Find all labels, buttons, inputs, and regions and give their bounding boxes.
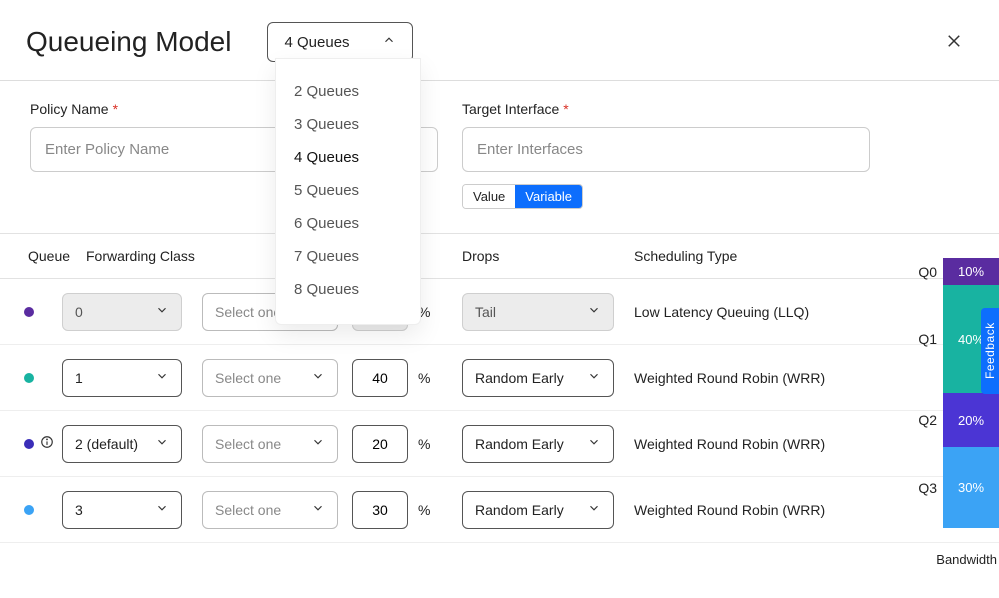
chart-bar-q3: 30%: [943, 447, 999, 528]
pct-sign: %: [418, 436, 430, 452]
dd-item-2-queues[interactable]: 2 Queues: [276, 75, 420, 108]
chevron-down-icon: [587, 501, 601, 518]
dd-item-5-queues[interactable]: 5 Queues: [276, 174, 420, 207]
dd-item-3-queues[interactable]: 3 Queues: [276, 108, 420, 141]
queues-dropdown[interactable]: 2 Queues 3 Queues 4 Queues 5 Queues 6 Qu…: [275, 58, 421, 325]
drops-select-2[interactable]: Random Early: [462, 425, 614, 463]
bandwidth-input-3[interactable]: [352, 491, 408, 529]
queue-select-3[interactable]: 3: [62, 491, 182, 529]
dd-item-6-queues[interactable]: 6 Queues: [276, 207, 420, 240]
fc-select-2[interactable]: Select one: [202, 425, 338, 463]
chart-bar-q2: 20%: [943, 393, 999, 447]
chart-caption: Bandwidth: [936, 552, 997, 567]
pill-value[interactable]: Value: [463, 185, 515, 208]
pct-sign: %: [418, 502, 430, 518]
queue-select-1[interactable]: 1: [62, 359, 182, 397]
page-title: Queueing Model: [26, 26, 231, 58]
chevron-up-icon: [382, 33, 396, 51]
value-variable-toggle[interactable]: Value Variable: [462, 184, 583, 209]
bandwidth-input-1[interactable]: [352, 359, 408, 397]
chevron-down-icon: [311, 501, 325, 518]
pill-variable[interactable]: Variable: [515, 185, 582, 208]
table-row: 3 Select one % Random Early We: [0, 477, 999, 543]
drops-select-0[interactable]: Tail: [462, 293, 614, 331]
chevron-down-icon: [155, 303, 169, 320]
chart-row-q1: Q1: [907, 285, 943, 393]
th-scheduling: Scheduling Type: [634, 248, 878, 264]
th-forwarding-class: Forwarding Class: [86, 248, 195, 264]
status-dot: [24, 307, 34, 317]
pct-sign: %: [418, 370, 430, 386]
chevron-down-icon: [155, 501, 169, 518]
scheduling-cell: Weighted Round Robin (WRR): [634, 370, 878, 386]
queues-select[interactable]: 4 Queues: [267, 22, 413, 62]
th-queue: Queue: [28, 248, 70, 264]
queues-select-label: 4 Queues: [284, 34, 349, 51]
status-dot: [24, 505, 34, 515]
info-icon[interactable]: [40, 435, 54, 452]
chevron-down-icon: [311, 435, 325, 452]
chart-row-q3: Q3: [907, 447, 943, 528]
target-interface-input[interactable]: [462, 127, 870, 172]
chevron-down-icon: [311, 369, 325, 386]
queue-select-2[interactable]: 2 (default): [62, 425, 182, 463]
drops-select-3[interactable]: Random Early: [462, 491, 614, 529]
scheduling-cell: Weighted Round Robin (WRR): [634, 436, 878, 452]
dd-item-7-queues[interactable]: 7 Queues: [276, 240, 420, 273]
bandwidth-input-2[interactable]: [352, 425, 408, 463]
feedback-tab[interactable]: Feedback: [981, 308, 999, 394]
chart-row-q2: Q2: [907, 393, 943, 447]
table-row: 2 (default) Select one % Random Early: [0, 411, 999, 477]
queue-select-0[interactable]: 0: [62, 293, 182, 331]
chevron-down-icon: [587, 435, 601, 452]
chevron-down-icon: [155, 435, 169, 452]
chevron-down-icon: [155, 369, 169, 386]
scheduling-cell: Weighted Round Robin (WRR): [634, 502, 878, 518]
chevron-down-icon: [587, 303, 601, 320]
table-row: 1 Select one % Random Early We: [0, 345, 999, 411]
table-row: 0 Select one % Tail Low Latenc: [0, 279, 999, 345]
dd-item-8-queues[interactable]: 8 Queues: [276, 273, 420, 306]
th-drops: Drops: [462, 248, 634, 264]
chart-bar-q0: 10%: [943, 258, 999, 285]
scheduling-cell: Low Latency Queuing (LLQ): [634, 304, 878, 320]
status-dot: [24, 373, 34, 383]
chevron-down-icon: [587, 369, 601, 386]
fc-select-1[interactable]: Select one: [202, 359, 338, 397]
status-dot: [24, 439, 34, 449]
dd-item-4-queues[interactable]: 4 Queues: [276, 141, 420, 174]
chart-row-q0: Q0: [907, 258, 943, 285]
fc-select-3[interactable]: Select one: [202, 491, 338, 529]
drops-select-1[interactable]: Random Early: [462, 359, 614, 397]
target-interface-label: Target Interface*: [462, 101, 870, 117]
close-button[interactable]: [945, 32, 963, 53]
